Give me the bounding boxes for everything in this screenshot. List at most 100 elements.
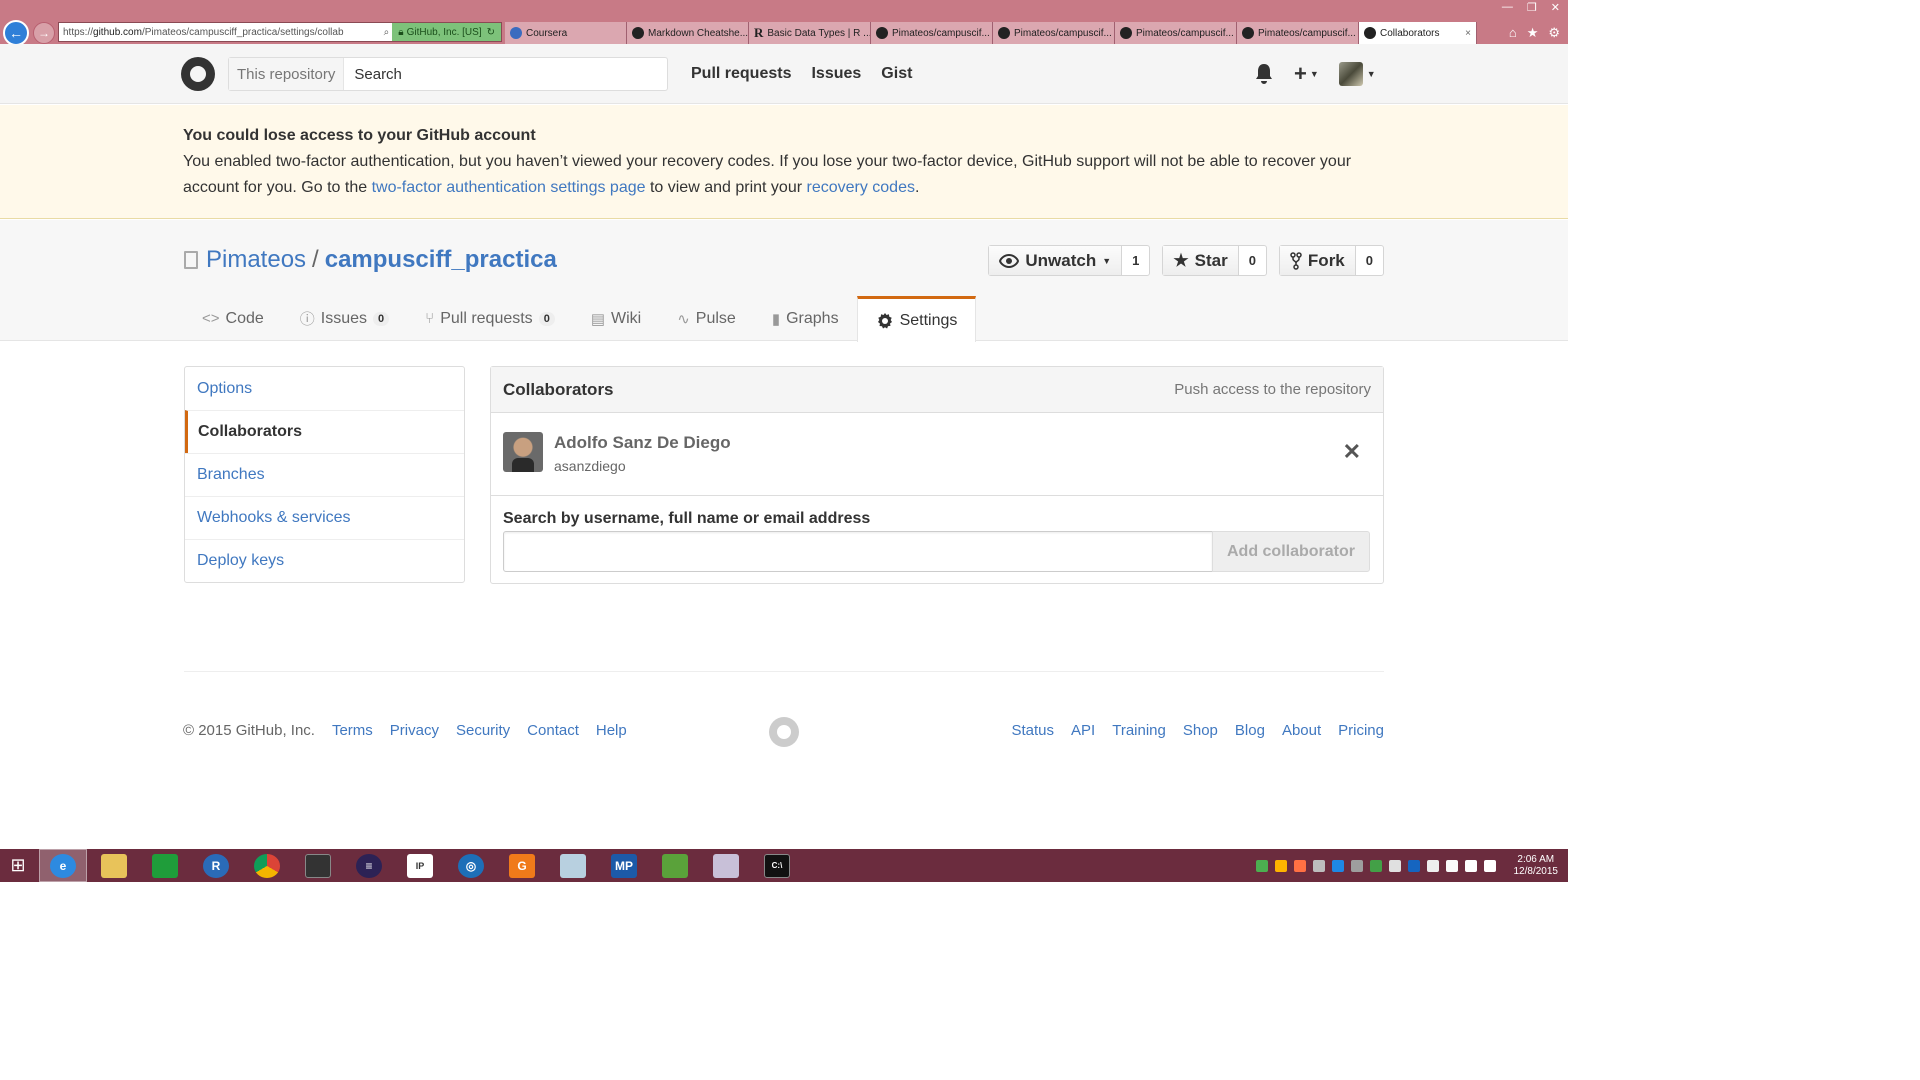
- taskbar-internet-explorer[interactable]: e: [39, 849, 87, 882]
- taskbar-notes[interactable]: [549, 849, 597, 882]
- taskbar-clock[interactable]: 2:06 AM 12/8/2015: [1514, 854, 1559, 878]
- restore-icon[interactable]: ❐: [1527, 1, 1537, 14]
- repo-owner-link[interactable]: Pimateos: [206, 246, 306, 273]
- sidebar-item-webhooks[interactable]: Webhooks & services: [185, 496, 464, 539]
- tab-pull-requests[interactable]: ⑂ Pull requests 0: [407, 296, 573, 341]
- taskbar-store[interactable]: [141, 849, 189, 882]
- network-icon[interactable]: [1465, 859, 1477, 872]
- forward-button[interactable]: →: [33, 22, 55, 44]
- search-magnifier-icon[interactable]: ⌕: [381, 27, 393, 38]
- browser-tab[interactable]: Pimateos/campuscif...: [871, 22, 993, 44]
- github-logo-icon[interactable]: [181, 57, 215, 91]
- minimize-icon[interactable]: —: [1502, 1, 1513, 14]
- stargazers-count[interactable]: 0: [1239, 246, 1266, 275]
- unwatch-button[interactable]: Unwatch ▼: [989, 246, 1123, 275]
- flag-icon[interactable]: [1446, 859, 1458, 872]
- taskbar-virtualbox[interactable]: [294, 849, 342, 882]
- footer-link-training[interactable]: Training: [1112, 722, 1166, 739]
- taskbar-mp[interactable]: MP: [600, 849, 648, 882]
- collaborator-full-name[interactable]: Adolfo Sanz De Diego: [554, 433, 731, 453]
- collaborator-search-input[interactable]: [503, 531, 1213, 572]
- recovery-codes-link[interactable]: recovery codes: [806, 179, 915, 196]
- shield-icon[interactable]: [1427, 859, 1439, 872]
- repo-name-link[interactable]: campusciff_practica: [325, 246, 557, 273]
- taskbar-evernote[interactable]: [651, 849, 699, 882]
- bluetooth-icon[interactable]: [1332, 859, 1344, 872]
- taskbar-pdf[interactable]: G: [498, 849, 546, 882]
- tab-code[interactable]: <> Code: [184, 296, 282, 341]
- start-button[interactable]: ⊞: [0, 849, 36, 882]
- sidebar-item-deploy-keys[interactable]: Deploy keys: [185, 539, 464, 582]
- footer-link-pricing[interactable]: Pricing: [1338, 722, 1384, 739]
- security-badge[interactable]: 🔒︎ GitHub, Inc. [US] ↻: [392, 23, 501, 41]
- back-button[interactable]: ←: [3, 20, 29, 46]
- add-collaborator-button[interactable]: Add collaborator: [1212, 531, 1370, 572]
- tab-close-icon[interactable]: ×: [1465, 28, 1471, 39]
- collaborator-avatar[interactable]: [503, 432, 543, 472]
- browser-tab[interactable]: Pimateos/campuscif...: [993, 22, 1115, 44]
- search-input[interactable]: [344, 65, 667, 83]
- footer-link-help[interactable]: Help: [596, 722, 627, 739]
- tray-icon[interactable]: [1294, 859, 1306, 872]
- nav-issues[interactable]: Issues: [811, 65, 861, 83]
- settings-gear-icon[interactable]: ⚙: [1548, 25, 1560, 41]
- browser-tab[interactable]: Markdown Cheatshe...: [627, 22, 749, 44]
- tray-icon[interactable]: [1313, 859, 1325, 872]
- footer-link-api[interactable]: API: [1071, 722, 1095, 739]
- address-url[interactable]: https://github.com/Pimateos/campusciff_p…: [59, 27, 381, 38]
- taskbar-chrome[interactable]: [243, 849, 291, 882]
- taskbar-paint[interactable]: [702, 849, 750, 882]
- fork-button[interactable]: Fork: [1279, 246, 1356, 275]
- browser-tab[interactable]: Pimateos/campuscif...: [1115, 22, 1237, 44]
- window-close-icon[interactable]: ✕: [1551, 1, 1560, 14]
- home-icon[interactable]: ⌂: [1509, 25, 1517, 41]
- sidebar-item-collaborators[interactable]: Collaborators: [185, 410, 464, 453]
- forks-count[interactable]: 0: [1356, 246, 1383, 275]
- taskbar-app-blue[interactable]: ◎: [447, 849, 495, 882]
- footer-link-about[interactable]: About: [1282, 722, 1321, 739]
- tray-icon[interactable]: [1351, 859, 1363, 872]
- user-menu-dropdown[interactable]: ▼: [1338, 62, 1376, 86]
- taskbar-ipython[interactable]: IP: [396, 849, 444, 882]
- watchers-count[interactable]: 1: [1122, 246, 1149, 275]
- footer-link-status[interactable]: Status: [1012, 722, 1055, 739]
- sidebar-item-options[interactable]: Options: [185, 367, 464, 410]
- volume-icon[interactable]: [1484, 859, 1496, 872]
- footer-link-security[interactable]: Security: [456, 722, 510, 739]
- create-new-dropdown[interactable]: + ▼: [1294, 63, 1319, 85]
- taskbar-eclipse[interactable]: ≡: [345, 849, 393, 882]
- footer-link-shop[interactable]: Shop: [1183, 722, 1218, 739]
- tray-icon[interactable]: [1370, 859, 1382, 872]
- tab-graphs[interactable]: ▮ Graphs: [754, 296, 857, 341]
- refresh-icon[interactable]: ↻: [487, 27, 495, 38]
- tab-pulse[interactable]: ∿ Pulse: [659, 296, 754, 341]
- taskbar-cmd[interactable]: C:\: [753, 849, 801, 882]
- tab-settings[interactable]: Settings: [856, 296, 977, 342]
- favorites-star-icon[interactable]: ★: [1527, 25, 1539, 41]
- notifications-bell-icon[interactable]: [1254, 63, 1274, 85]
- nav-gist[interactable]: Gist: [881, 65, 912, 83]
- star-button[interactable]: ★ Star: [1163, 246, 1239, 275]
- tray-icon[interactable]: [1408, 859, 1420, 872]
- tray-icon[interactable]: [1275, 859, 1287, 872]
- footer-github-mark-icon[interactable]: [769, 717, 799, 747]
- footer-link-privacy[interactable]: Privacy: [390, 722, 439, 739]
- tray-icon[interactable]: [1389, 859, 1401, 872]
- nav-pull-requests[interactable]: Pull requests: [691, 65, 791, 83]
- sidebar-item-branches[interactable]: Branches: [185, 453, 464, 496]
- taskbar-r[interactable]: R: [192, 849, 240, 882]
- two-factor-settings-link[interactable]: two-factor authentication settings page: [372, 179, 646, 196]
- taskbar-file-explorer[interactable]: [90, 849, 138, 882]
- browser-tab-active[interactable]: Collaborators ×: [1359, 22, 1477, 44]
- tray-icon[interactable]: [1256, 859, 1268, 872]
- remove-collaborator-close-icon[interactable]: ✕: [1343, 439, 1361, 465]
- footer-link-blog[interactable]: Blog: [1235, 722, 1265, 739]
- browser-tab[interactable]: R Basic Data Types | R ...: [749, 22, 871, 44]
- footer-link-terms[interactable]: Terms: [332, 722, 373, 739]
- address-bar[interactable]: https://github.com/Pimateos/campusciff_p…: [58, 22, 502, 42]
- tab-wiki[interactable]: ▤ Wiki: [573, 296, 659, 341]
- browser-tab[interactable]: Coursera: [505, 22, 627, 44]
- tab-issues[interactable]: ⓘ Issues 0: [282, 296, 407, 341]
- footer-link-contact[interactable]: Contact: [527, 722, 579, 739]
- browser-tab[interactable]: Pimateos/campuscif...: [1237, 22, 1359, 44]
